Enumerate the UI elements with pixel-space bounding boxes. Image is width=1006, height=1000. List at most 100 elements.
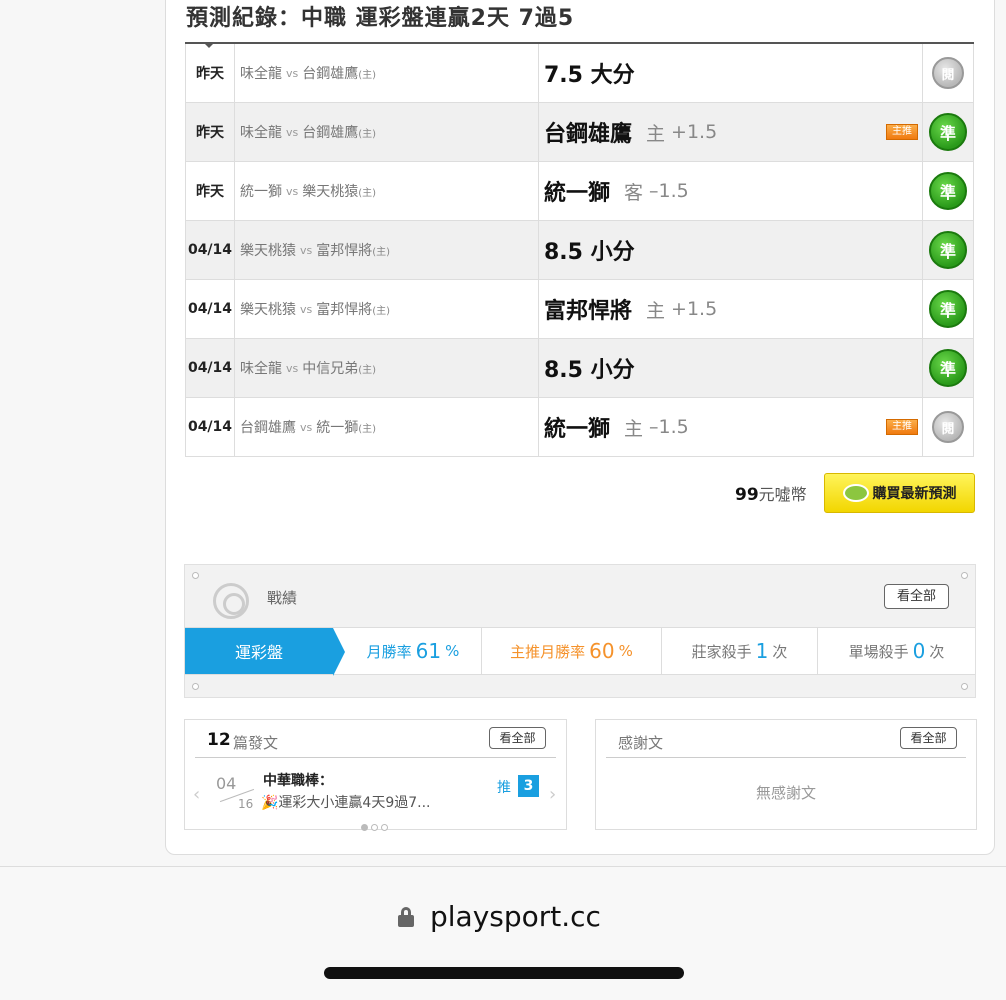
stat-unit: %: [618, 642, 633, 660]
featured-badge: 主推: [886, 124, 918, 140]
table-row[interactable]: 04/14 樂天桃猿 vs 富邦悍將 (主) 富邦悍將主 +1.5 準: [185, 280, 974, 339]
posts-view-all-button[interactable]: 看全部: [489, 727, 546, 749]
row-match[interactable]: 樂天桃猿 vs 富邦悍將 (主): [235, 280, 539, 338]
post-count-label: 篇發文: [233, 734, 279, 752]
away-team: 味全龍: [240, 125, 282, 141]
row-match[interactable]: 味全龍 vs 中信兄弟 (主): [235, 339, 539, 397]
lock-icon: [398, 906, 414, 927]
pick-spread: –1.5: [649, 416, 689, 438]
stat-value: 61: [415, 639, 442, 663]
home-team: 統一獅: [316, 420, 359, 436]
row-date: 04/14: [185, 280, 235, 338]
home-mark: (主): [358, 128, 377, 140]
stat-value: 1: [755, 639, 769, 663]
corner-dot: [961, 683, 968, 690]
home-team: 富邦悍將: [316, 302, 373, 318]
stats-panel: 戰績 看全部 運彩盤 月勝率 61 % 主推月勝率 60 % 莊家殺手 1 次 …: [184, 564, 976, 698]
stats-view-all-button[interactable]: 看全部: [884, 584, 949, 609]
buy-latest-prediction-button[interactable]: 購買最新預測: [824, 473, 975, 513]
post-count: 12: [207, 730, 231, 750]
row-pick: 8.5 小分: [539, 339, 923, 397]
price-text: 99元噓幣: [735, 481, 807, 505]
home-mark: (主): [372, 305, 391, 317]
stat-label: 單場殺手: [848, 642, 909, 661]
thanks-view-all-button[interactable]: 看全部: [900, 727, 957, 749]
stat-unit: %: [445, 642, 460, 660]
chevron-right-icon[interactable]: ›: [549, 784, 556, 805]
pick-side: 主: [646, 299, 666, 322]
row-match[interactable]: 樂天桃猿 vs 富邦悍將 (主): [235, 221, 539, 279]
pick-side: 客: [624, 181, 644, 204]
post-snippet: 🎉運彩大小連贏4天9過7...: [261, 795, 431, 811]
featured-badge: 主推: [886, 419, 918, 435]
vs-label: vs: [286, 361, 299, 375]
row-result: 準: [923, 221, 974, 279]
home-indicator[interactable]: [324, 967, 684, 979]
result-badge: 準: [929, 172, 967, 210]
row-match[interactable]: 味全龍 vs 台鋼雄鷹 (主): [235, 103, 539, 161]
chevron-left-icon[interactable]: ‹: [193, 784, 200, 805]
table-row[interactable]: 昨天 統一獅 vs 樂天桃猿 (主) 統一獅客 –1.5 準: [185, 162, 974, 221]
price-value: 99: [735, 485, 759, 505]
away-team: 樂天桃猿: [240, 243, 296, 259]
corner-dot: [192, 683, 199, 690]
result-badge: 準: [929, 231, 967, 269]
table-row[interactable]: 昨天 味全龍 vs 台鋼雄鷹 (主) 台鋼雄鷹主 +1.5 主推準: [185, 103, 974, 162]
row-match[interactable]: 味全龍 vs 台鋼雄鷹 (主): [235, 44, 539, 102]
pick-main: 8.5 小分: [544, 358, 635, 383]
pager-dot[interactable]: [371, 824, 378, 831]
posts-panel: 12 篇發文 看全部 ‹ 04 16 中華職棒： 🎉運彩大小連贏4天9過7...…: [184, 719, 567, 831]
table-row[interactable]: 04/14 味全龍 vs 中信兄弟 (主) 8.5 小分 準: [185, 339, 974, 398]
pager-dot[interactable]: [381, 824, 388, 831]
page-title: 預測紀錄：中職 運彩盤連贏2天 7過5: [186, 6, 575, 31]
stats-tabs: 運彩盤 月勝率 61 % 主推月勝率 60 % 莊家殺手 1 次 單場殺手 0 …: [185, 627, 975, 676]
pick-spread: –1.5: [649, 180, 689, 202]
vs-label: vs: [286, 184, 299, 198]
row-pick: 統一獅客 –1.5: [539, 162, 923, 220]
stat-value: 0: [912, 639, 926, 663]
post-day: 16: [238, 797, 254, 811]
stat-label: 莊家殺手: [691, 642, 752, 661]
url-field[interactable]: playsport.cc: [398, 900, 601, 933]
vs-label: vs: [286, 66, 299, 80]
result-badge: 準: [929, 290, 967, 328]
thanks-empty-text: 無感謝文: [755, 784, 816, 802]
browser-address-bar: playsport.cc: [0, 866, 1006, 1000]
row-pick: 7.5 大分: [539, 44, 923, 102]
table-row[interactable]: 04/14 樂天桃猿 vs 富邦悍將 (主) 8.5 小分 準: [185, 221, 974, 280]
vs-label: vs: [300, 420, 313, 434]
pick-side: 主: [624, 417, 644, 440]
stat-featured-win-rate[interactable]: 主推月勝率 60 %: [482, 628, 662, 674]
tab-lottery-line[interactable]: 運彩盤: [185, 628, 345, 676]
row-date: 04/14: [185, 221, 235, 279]
home-team: 台鋼雄鷹: [302, 66, 359, 82]
target-icon: [213, 583, 249, 619]
pick-main: 統一獅: [544, 181, 611, 206]
row-result: 準: [923, 280, 974, 338]
pick-spread: +1.5: [671, 121, 718, 143]
url-text: playsport.cc: [430, 900, 601, 933]
row-match[interactable]: 統一獅 vs 樂天桃猿 (主): [235, 162, 539, 220]
stats-label: 戰績: [267, 589, 298, 607]
row-pick: 統一獅主 –1.5 主推: [539, 398, 923, 456]
corner-dot: [192, 572, 199, 579]
row-date: 04/14: [185, 339, 235, 397]
table-row[interactable]: 昨天 味全龍 vs 台鋼雄鷹 (主) 7.5 大分 閱: [185, 44, 974, 103]
row-result: 閱: [923, 44, 974, 102]
pager-dot[interactable]: [361, 824, 368, 831]
coin-icon: [842, 484, 869, 502]
table-row[interactable]: 04/14 台鋼雄鷹 vs 統一獅 (主) 統一獅主 –1.5 主推閱: [185, 398, 974, 457]
stat-single-killer[interactable]: 單場殺手 0 次: [818, 628, 975, 674]
pick-main: 台鋼雄鷹: [544, 122, 633, 147]
vs-label: vs: [300, 243, 313, 257]
pick-main: 7.5 大分: [544, 63, 635, 88]
push-label: 推: [497, 780, 511, 796]
row-match[interactable]: 台鋼雄鷹 vs 統一獅 (主): [235, 398, 539, 456]
stat-house-killer[interactable]: 莊家殺手 1 次: [662, 628, 818, 674]
stat-monthly-win-rate[interactable]: 月勝率 61 %: [333, 628, 482, 674]
stat-unit: 次: [929, 642, 945, 661]
post-item[interactable]: ‹ 04 16 中華職棒： 🎉運彩大小連贏4天9過7... 推 3 ›: [193, 770, 559, 815]
away-team: 味全龍: [240, 66, 282, 82]
away-team: 味全龍: [240, 361, 282, 377]
pick-side: 主: [646, 122, 666, 145]
